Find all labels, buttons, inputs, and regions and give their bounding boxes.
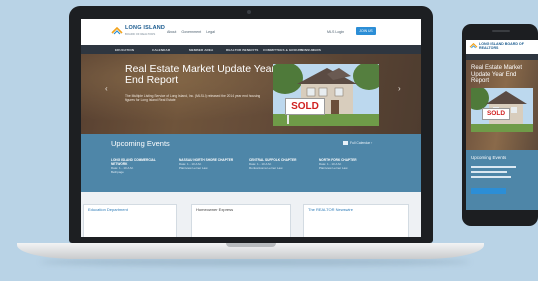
event-place: Ronkonkoma Lerner Law (249, 165, 283, 170)
house-illustration (273, 64, 379, 126)
phone-logo[interactable]: LONG ISLAND BOARD OF REALTORS (479, 42, 527, 51)
site-header: LONG ISLAND BOARD OF REALTORS About Gove… (81, 19, 421, 45)
event-item[interactable]: NORTH FORK CHAPTER Date: 1 - 10 A.M. Pla… (319, 158, 375, 171)
card-newswire[interactable]: The REALTOR Newswire (303, 204, 409, 237)
card-title: The REALTOR Newswire (308, 207, 353, 212)
nav-item-member-area[interactable]: MEMBER AREA (189, 48, 226, 52)
nav-item-committees[interactable]: COMMITTEES & GROUPS (263, 48, 303, 52)
sold-sign: SOLD (285, 98, 325, 115)
nav-item-education[interactable]: EDUCATION (115, 48, 152, 52)
hero-next-arrow-icon[interactable]: › (398, 84, 401, 93)
top-link-legal[interactable]: Legal (206, 30, 215, 34)
hero-prev-arrow-icon[interactable]: ‹ (105, 84, 108, 93)
phone-speaker (492, 30, 510, 32)
phone-events-button[interactable] (471, 188, 506, 194)
phone-screen: LONG ISLAND BOARD OF REALTORS Real Estat… (466, 40, 538, 210)
phone: LONG ISLAND BOARD OF REALTORS Real Estat… (462, 24, 538, 226)
laptop-shadow (40, 258, 470, 266)
hero-title: Real Estate Market Update Year End Repor… (125, 63, 276, 86)
card-education[interactable]: Education Department (83, 204, 177, 237)
nav-item-consumers[interactable]: CONSUMERS (300, 48, 337, 52)
phone-event-line (471, 176, 511, 178)
logo-title: LONG ISLAND (125, 25, 166, 31)
top-links: About Government Legal (167, 30, 215, 34)
house-roof-icon (469, 43, 478, 49)
laptop-base (17, 243, 484, 259)
event-item[interactable]: LONG ISLAND COMMERCIAL NETWORK Date: 1 -… (111, 158, 167, 175)
events-title: Upcoming Events (111, 139, 170, 148)
phone-event-line (471, 171, 507, 173)
event-name: LONG ISLAND COMMERCIAL NETWORK (111, 158, 156, 166)
event-item[interactable]: CENTRAL SUFFOLK CHAPTER Date: 1 - 10 A.M… (249, 158, 305, 171)
nav-item-realtor-benefits[interactable]: REALTOR BENEFITS (226, 48, 263, 52)
hero-text: The Multiple Listing Service of Long Isl… (125, 94, 261, 103)
top-link-government[interactable]: Government (181, 30, 201, 34)
phone-hero: Real Estate Market Update Year End Repor… (466, 60, 538, 150)
mls-login-link[interactable]: MLS Login (327, 30, 344, 34)
full-calendar-label: Full Calendar › (350, 141, 373, 145)
card-title: Homeowner Express (196, 207, 234, 212)
event-item[interactable]: NASSAU NORTH SHORE CHAPTER Date: 1 - 10 … (179, 158, 235, 171)
hero-banner: ‹ Real Estate Market Update Year End Rep… (81, 54, 421, 134)
event-place: Bethpage (111, 169, 124, 174)
top-link-about[interactable]: About (167, 30, 176, 34)
laptop-notch (226, 243, 276, 247)
logo-subtitle: BOARD OF REALTORS (125, 32, 156, 36)
phone-hero-title: Real Estate Market Update Year End Repor… (471, 65, 523, 84)
phone-header: LONG ISLAND BOARD OF REALTORS (466, 40, 538, 54)
main-nav: EDUCATION CALENDAR MEMBER AREA REALTOR B… (81, 45, 421, 54)
calendar-icon (343, 141, 348, 146)
phone-events: Upcoming Events (466, 150, 538, 210)
phone-event-line (471, 166, 516, 168)
event-place: Plainview Lerner Law (179, 165, 208, 170)
feature-cards: Education Department Homeowner Express T… (81, 192, 421, 237)
phone-events-title: Upcoming Events (471, 155, 507, 160)
house-roof-icon (111, 27, 123, 35)
join-button[interactable]: JOIN US (356, 27, 376, 35)
phone-sold-sign: SOLD (482, 108, 510, 120)
card-homeowner-express[interactable]: Homeowner Express (191, 204, 291, 237)
laptop: LONG ISLAND BOARD OF REALTORS About Gove… (69, 6, 433, 243)
nav-item-calendar[interactable]: CALENDAR (152, 48, 189, 52)
upcoming-events-section: Upcoming Events Full Calendar › LONG ISL… (81, 134, 421, 192)
full-calendar-link[interactable]: Full Calendar › (343, 141, 373, 146)
phone-hero-photo: SOLD (471, 88, 533, 132)
event-place: Plainview Lerner Law (319, 165, 348, 170)
hero-house-photo: SOLD (273, 64, 379, 126)
card-title: Education Department (88, 207, 128, 212)
laptop-camera (247, 10, 251, 14)
laptop-screen: LONG ISLAND BOARD OF REALTORS About Gove… (81, 19, 421, 237)
